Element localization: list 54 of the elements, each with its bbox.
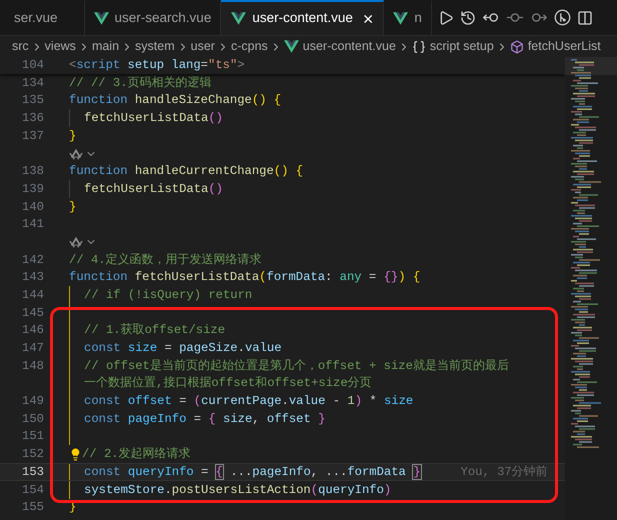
breadcrumb-item[interactable]: system — [135, 37, 175, 56]
line-number: 151 — [22, 428, 44, 446]
line-number: 138 — [22, 163, 44, 180]
line-number: 149 — [22, 393, 44, 410]
line-number: 141 — [22, 216, 44, 234]
breadcrumb-item[interactable]: script setup — [430, 37, 494, 56]
breadcrumb-item[interactable]: c-cpns — [230, 37, 268, 56]
editor-tab[interactable]: user-search.vue — [84, 0, 222, 35]
code-line: function fetchUserListData(formData: any = {}) { — [69, 269, 420, 286]
breadcrumb-item[interactable]: views — [44, 37, 76, 56]
code-line: // 4.定义函数，用于发送网络请求 — [69, 252, 262, 269]
line-number: 150 — [22, 410, 44, 428]
code-line: const pageInfo = { size, offset } — [84, 410, 326, 428]
code-line: } — [69, 128, 76, 145]
code-line: const offset = (currentPage.value - 1) * size — [84, 393, 414, 410]
breadcrumb-item[interactable]: src — [12, 37, 29, 56]
code-line: systemStore.postUsersListAction(queryInfo) — [84, 482, 392, 499]
breadcrumb-item[interactable]: fetchUserList — [528, 37, 601, 56]
line-number: 135 — [22, 92, 44, 110]
breadcrumb-item[interactable]: user-content.vue — [302, 37, 396, 56]
code-line: // if (!isQuery) return — [84, 286, 252, 304]
line-number: 142 — [22, 252, 44, 269]
line-number: 155 — [22, 499, 44, 516]
line-number: 143 — [22, 269, 44, 286]
line-number: 146 — [22, 322, 44, 340]
line-number: 139 — [22, 180, 44, 198]
line-number: 136 — [22, 110, 44, 128]
line-number: 140 — [22, 198, 44, 216]
line-number: 153 — [22, 464, 44, 481]
close-button[interactable]: × — [362, 10, 374, 28]
breadcrumb-item[interactable]: main — [92, 37, 120, 56]
code-line: const size = pageSize.value — [84, 340, 282, 358]
code-line: // offset是当前页的起始位置是第几个，offset + size就是当前页的最后 — [84, 358, 509, 375]
code-line: fetchUserListData() — [84, 110, 223, 128]
line-number: 152 — [22, 446, 44, 464]
line-number: 137 — [22, 128, 44, 145]
breadcrumb-item[interactable]: user — [190, 37, 215, 56]
code-line: // 2.发起网络请求 — [82, 446, 191, 464]
line-number: 148 — [22, 358, 44, 375]
line-number: 144 — [22, 286, 44, 304]
code-line: function handleCurrentChange() { — [69, 163, 304, 180]
editor-tab[interactable]: user-content.vue × — [221, 0, 384, 35]
code-line: 一个数据位置,接口根据offset和offset+size分页 — [84, 375, 372, 392]
line-number: 147 — [22, 340, 44, 358]
blame-annotation: You, 37分钟前 — [460, 464, 548, 481]
code-line: fetchUserListData() — [84, 180, 223, 198]
code-line: } — [69, 198, 76, 216]
code-line: function handleSizeChange() { — [69, 92, 282, 110]
code-line: // // 3.页码相关的逻辑 — [69, 74, 212, 92]
line-number: 134 — [22, 74, 44, 92]
code-line: const queryInfo = { ...pageInfo, ...formData } — [84, 464, 421, 481]
line-number: 145 — [22, 304, 44, 322]
line-number: 154 — [22, 482, 44, 499]
code-line: // 1.获取offset/size — [84, 322, 226, 340]
